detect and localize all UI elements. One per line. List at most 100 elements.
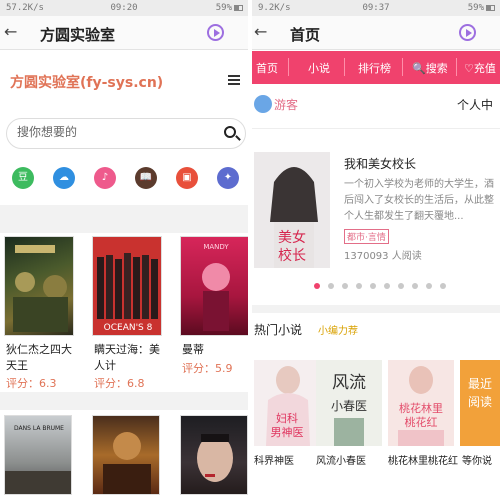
username[interactable]: 游客	[274, 96, 298, 113]
menu-icon[interactable]	[228, 75, 240, 85]
douban-icon[interactable]: 豆	[12, 167, 34, 189]
svg-text:阅读: 阅读	[468, 395, 492, 409]
svg-text:最近: 最近	[468, 377, 492, 391]
poster-art: DANS LA BRUME	[5, 425, 71, 494]
section-title: 热门小说	[254, 323, 303, 337]
nav-recharge[interactable]: ♡充值	[464, 60, 496, 76]
movie-score: 评分：5.9	[182, 362, 233, 375]
book-cover[interactable]: 桃花林里 桃花红	[388, 360, 454, 446]
app-bar: ← 方圆实验室	[0, 16, 248, 50]
movie-score: 评分：6.3	[6, 377, 57, 390]
movie-title[interactable]: 狄仁杰之四大天王	[6, 342, 82, 374]
book-cover[interactable]: 妇科 男神医	[254, 360, 320, 446]
nav-separator	[456, 58, 457, 76]
section-divider	[0, 392, 248, 410]
nav-separator	[344, 58, 345, 76]
search-bar[interactable]	[6, 118, 246, 149]
cover-art: 桃花林里 桃花红	[398, 366, 444, 446]
movie-poster[interactable]	[180, 415, 248, 495]
recommend-label[interactable]: 小编力荐	[318, 322, 358, 337]
svg-text:OCEAN'S 8: OCEAN'S 8	[104, 323, 153, 333]
status-bar: 57.2K/s 09:20 59%	[0, 0, 248, 16]
movie-poster[interactable]: DANS LA BRUME	[4, 415, 72, 495]
cover-art: 美女 校长	[254, 152, 330, 268]
leaf-icon[interactable]: ✦	[217, 167, 239, 189]
clock: 09:37	[362, 3, 390, 13]
cover-art: 妇科 男神医	[266, 366, 310, 446]
page-title: 首页	[290, 26, 321, 44]
search-icon[interactable]	[224, 126, 236, 138]
battery-icon	[486, 4, 495, 11]
tv-icon[interactable]: ▣	[176, 167, 198, 189]
cover-art: 风流 小春医	[331, 373, 367, 446]
cloud-icon[interactable]: ☁	[53, 167, 75, 189]
book-title[interactable]: 我和美女校长	[344, 155, 416, 172]
book-cover[interactable]: 最近 阅读	[460, 360, 500, 446]
book-name[interactable]: 科界神医	[254, 452, 294, 467]
nav-novels[interactable]: 小说	[308, 60, 330, 76]
back-arrow-icon[interactable]: ←	[4, 22, 17, 41]
nav-ranking[interactable]: 排行榜	[358, 60, 391, 76]
music-icon[interactable]: ♪	[94, 167, 116, 189]
nav-home[interactable]: 首页	[256, 60, 278, 76]
nav-search[interactable]: 🔍搜索	[412, 60, 448, 76]
book-cover[interactable]: 风流 小春医	[316, 360, 382, 446]
poster-art: MANDY	[202, 243, 230, 331]
book-icon[interactable]: 📖	[135, 167, 157, 189]
movie-title[interactable]: 瞒天过海：美人计	[94, 342, 170, 374]
carousel-dot[interactable]	[440, 283, 446, 289]
section-divider	[252, 305, 500, 313]
movie-poster[interactable]: MANDY	[180, 236, 248, 336]
battery: 59%	[216, 3, 243, 13]
carousel-dot[interactable]	[356, 283, 362, 289]
carousel-dot[interactable]	[328, 283, 334, 289]
movie-title[interactable]: 曼蒂	[182, 342, 248, 358]
clock: 09:20	[110, 3, 138, 13]
movie-poster[interactable]	[4, 236, 74, 336]
search-input[interactable]	[17, 125, 207, 139]
back-arrow-icon[interactable]: ←	[254, 22, 267, 41]
carousel-dot[interactable]	[314, 283, 320, 289]
personal-center-link[interactable]: 个人中	[457, 96, 493, 113]
book-name[interactable]: 等你说	[462, 452, 492, 467]
movie-poster[interactable]	[92, 415, 160, 495]
svg-text:美女: 美女	[278, 229, 306, 246]
movie-score: 评分：6.8	[94, 377, 145, 390]
avatar[interactable]	[254, 95, 272, 113]
book-cover[interactable]: 美女 校长	[254, 152, 330, 268]
svg-text:校长: 校长	[278, 247, 306, 264]
svg-text:桃花红: 桃花红	[405, 415, 438, 429]
carousel-dot[interactable]	[370, 283, 376, 289]
svg-text:DANS LA BRUME: DANS LA BRUME	[14, 425, 64, 432]
user-bar: 游客 个人中	[252, 93, 500, 123]
svg-text:妇科: 妇科	[276, 411, 298, 425]
section-divider	[0, 205, 248, 233]
page-title: 方圆实验室	[40, 26, 116, 44]
cover-art: 最近 阅读	[468, 377, 492, 409]
carousel-dot[interactable]	[426, 283, 432, 289]
site-title[interactable]: 方圆实验室(fy-sys.cn)	[10, 72, 163, 92]
poster-art	[13, 245, 68, 332]
book-name[interactable]: 桃花林里桃花红	[388, 452, 458, 467]
nav-separator	[402, 58, 403, 76]
left-screen: 57.2K/s 09:20 59% ← 方圆实验室 方圆实验室(fy-sys.c…	[0, 0, 248, 500]
poster-art	[103, 432, 151, 494]
book-name[interactable]: 风流小春医	[316, 452, 366, 467]
poster-art	[197, 434, 233, 482]
right-screen: 9.2K/s 09:37 59% ← 首页 首页 小说 排行榜 🔍搜索 ♡充值 …	[252, 0, 500, 500]
carousel-dot[interactable]	[384, 283, 390, 289]
read-count: 1370093 人阅读	[344, 251, 422, 262]
carousel-dot[interactable]	[412, 283, 418, 289]
carousel-dot[interactable]	[342, 283, 348, 289]
genre-tag[interactable]: 都市·言情	[344, 229, 389, 244]
svg-text:小春医: 小春医	[331, 399, 367, 413]
svg-text:风流: 风流	[332, 373, 366, 393]
status-bar: 9.2K/s 09:37 59%	[252, 0, 500, 16]
divider	[252, 128, 500, 129]
record-icon[interactable]	[207, 24, 224, 41]
movie-poster[interactable]: OCEAN'S 8	[92, 236, 162, 336]
record-icon[interactable]	[459, 24, 476, 41]
carousel-dot[interactable]	[398, 283, 404, 289]
battery: 59%	[468, 3, 495, 13]
app-bar: ← 首页	[252, 16, 500, 50]
